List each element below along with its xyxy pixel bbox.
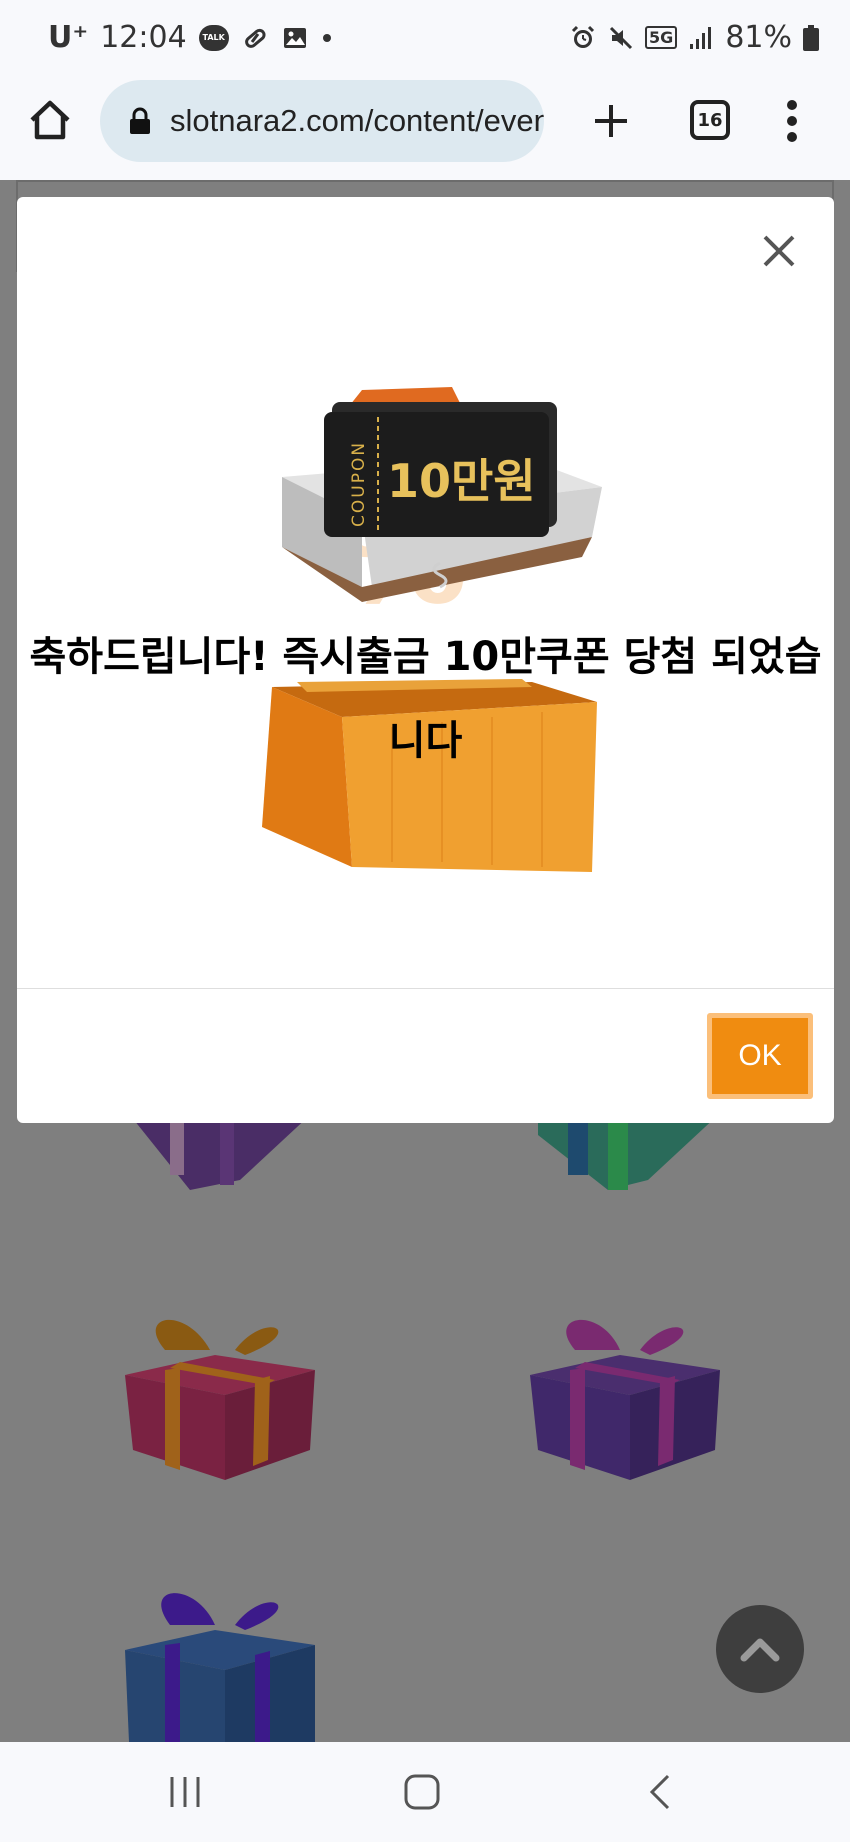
tab-count: 16 [697, 109, 723, 131]
clock: 12:04 [100, 20, 187, 55]
carrier-label: U⁺ [48, 20, 89, 55]
home-nav-icon[interactable] [397, 1772, 447, 1812]
chevron-up-icon [740, 1638, 780, 1662]
alarm-icon [571, 25, 595, 48]
gift-box-purple-partial[interactable] [130, 1115, 310, 1200]
dialog-divider [17, 988, 834, 989]
address-bar[interactable]: slotnara2.com/content/event [100, 80, 544, 162]
plus-icon[interactable] [592, 102, 630, 140]
ok-button[interactable]: OK [707, 1013, 813, 1099]
battery-label: 81% [725, 20, 792, 55]
status-right: 5G 81% [569, 20, 820, 55]
browser-toolbar: slotnara2.com/content/event 16 [0, 80, 850, 180]
gift-box-teal-partial[interactable] [538, 1115, 718, 1200]
scroll-to-top-button[interactable] [716, 1605, 804, 1693]
home-icon[interactable] [28, 98, 72, 142]
back-icon[interactable] [636, 1772, 686, 1812]
mute-icon [609, 26, 633, 49]
coupon-amount: 10만원 [387, 454, 536, 508]
coupon-win-dialog: % COUPON 10만원 축하드립니다! 즉시출금 10만쿠폰 당첨 되었습니… [17, 197, 834, 1123]
more-notifications-dot-icon [322, 33, 331, 42]
status-left: U⁺ 12:04 TALK [48, 20, 333, 55]
coupon-label: COUPON [349, 441, 369, 527]
dialog-message: 축하드립니다! 즉시출금 10만쿠폰 당첨 되었습니다 [29, 634, 822, 764]
recents-icon[interactable] [160, 1772, 210, 1812]
talk-icon-label: TALK [202, 33, 225, 42]
url-text: slotnara2.com/content/event [170, 103, 544, 138]
gift-box-red[interactable] [125, 1310, 320, 1505]
gallery-icon [283, 27, 306, 48]
gift-box-purple[interactable] [530, 1310, 725, 1505]
talk-notification-icon: TALK [198, 24, 229, 51]
gift-box-blue[interactable] [125, 1585, 320, 1742]
system-navigation-bar [0, 1742, 850, 1842]
pill-icon [244, 28, 266, 48]
lock-icon [130, 107, 150, 134]
battery-icon [803, 24, 819, 51]
tabs-icon[interactable]: 16 [690, 100, 730, 140]
network-type-label: 5G [645, 26, 678, 49]
close-icon[interactable] [759, 231, 799, 271]
status-bar: U⁺ 12:04 TALK 5G 81% [0, 0, 850, 80]
signal-icon [690, 26, 712, 49]
more-menu-icon[interactable] [782, 98, 802, 144]
